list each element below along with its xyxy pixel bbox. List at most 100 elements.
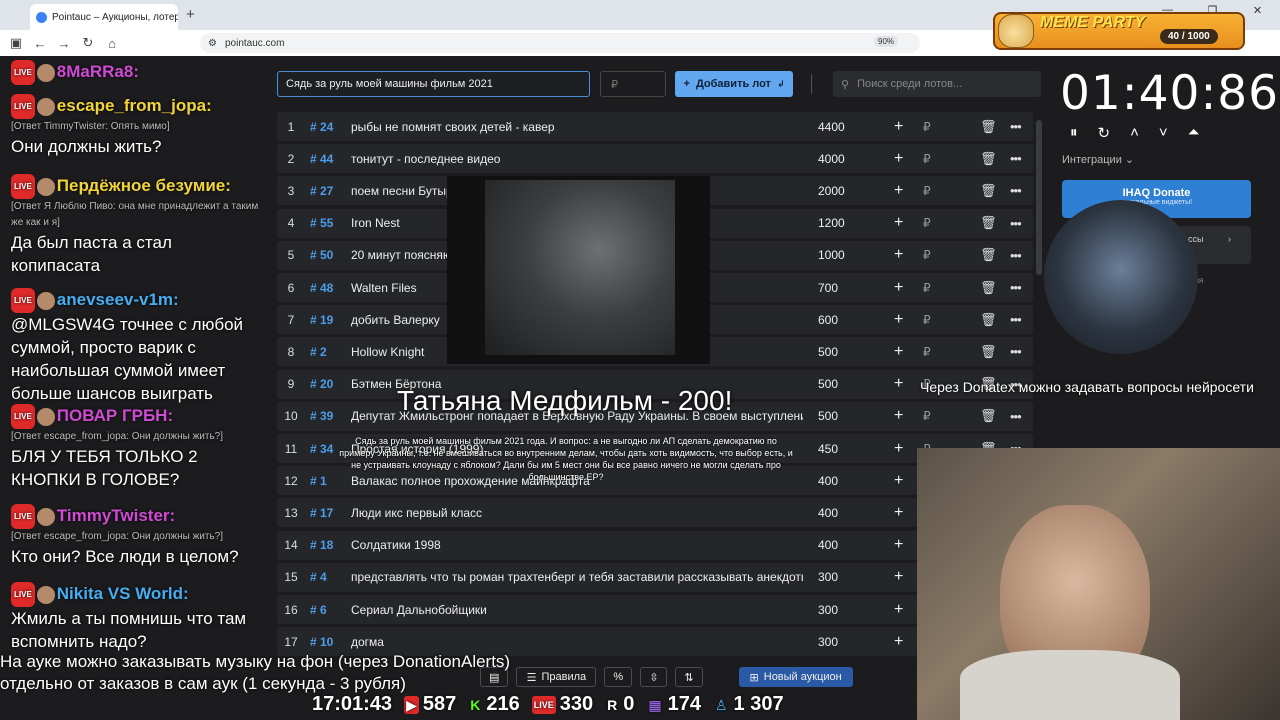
zoom-level[interactable]: 90% [874, 36, 899, 47]
lot-title[interactable]: рыбы не помнят своих детей - кавер [351, 120, 803, 134]
lot-title[interactable]: представлять что ты роман трахтенберг и … [351, 570, 803, 584]
chat-text: @MLGSW4G точнее с любой суммой, просто в… [11, 315, 244, 404]
forward-icon[interactable]: → [52, 36, 76, 51]
add-amount-icon[interactable]: + [894, 279, 903, 297]
lot-amount[interactable]: 400 [818, 506, 878, 520]
trash-icon[interactable]: 🗑 [980, 183, 997, 199]
add-amount-icon[interactable]: + [894, 118, 903, 136]
chat-nick: Nikita VS World: [56, 584, 189, 603]
new-tab-icon[interactable]: + [186, 6, 195, 23]
reset-icon[interactable]: ↻ [1098, 124, 1111, 142]
ruble-icon[interactable]: ₽ [923, 184, 931, 198]
lot-amount[interactable]: 400 [818, 474, 878, 488]
trash-icon[interactable]: 🗑 [980, 344, 997, 360]
chat-nick: Пердёжное безумие: [56, 176, 231, 195]
reload-icon[interactable]: ↻ [76, 35, 100, 51]
ruble-icon[interactable]: ₽ [923, 409, 931, 423]
lot-amount[interactable]: 1200 [818, 216, 878, 230]
back-icon[interactable]: ← [28, 36, 52, 51]
add-amount-icon[interactable]: + [894, 568, 903, 586]
ruble-icon[interactable]: ₽ [923, 152, 931, 166]
ruble-icon[interactable]: ₽ [923, 248, 931, 262]
more-icon[interactable]: ••• [1010, 248, 1022, 263]
lot-amount[interactable]: 600 [818, 313, 878, 327]
trash-icon[interactable]: 🗑 [980, 247, 997, 263]
lot-amount[interactable]: 4400 [818, 120, 878, 134]
lot-title[interactable]: тонитут - последнее видео [351, 152, 803, 166]
add-amount-icon[interactable]: + [894, 343, 903, 361]
trash-icon[interactable]: 🗑 [980, 280, 997, 296]
ruble-icon[interactable]: ₽ [923, 313, 931, 327]
pause-icon[interactable]: ⏸ [1070, 124, 1078, 142]
lot-amount[interactable]: 500 [818, 345, 878, 359]
integrations-dropdown[interactable]: Интеграции ⌄ [1062, 153, 1134, 166]
lot-amount[interactable]: 2000 [818, 184, 878, 198]
add-amount-icon[interactable]: + [894, 182, 903, 200]
home-icon[interactable]: ⌂ [100, 36, 124, 51]
lot-row[interactable]: 1 # 24 рыбы не помнят своих детей - кавер 4… [277, 112, 1033, 141]
add-amount-icon[interactable]: + [894, 150, 903, 168]
more-icon[interactable]: ••• [1010, 344, 1022, 359]
more-icon[interactable]: ••• [1010, 312, 1022, 327]
add-amount-icon[interactable]: + [894, 440, 903, 458]
collapse-icon[interactable]: ⏶ [1188, 124, 1200, 142]
ruble-icon[interactable]: ₽ [923, 281, 931, 295]
chevron-up-icon[interactable]: ˄ [1130, 124, 1139, 142]
browser-tab[interactable]: Pointauc – Аукционы, лотереи ✕ [30, 4, 178, 30]
trash-icon[interactable]: 🗑 [980, 151, 997, 167]
add-amount-icon[interactable]: + [894, 214, 903, 232]
rules-button[interactable]: ☰ Правила [516, 667, 597, 687]
ruble-icon[interactable]: ₽ [923, 120, 931, 134]
lot-amount[interactable]: 400 [818, 538, 878, 552]
scrollbar[interactable] [1036, 120, 1042, 275]
add-amount-icon[interactable]: + [894, 472, 903, 490]
lot-title[interactable]: догма [351, 635, 803, 649]
more-icon[interactable]: ••• [1010, 216, 1022, 231]
lot-search-input[interactable]: ⚲ Поиск среди лотов... [833, 71, 1041, 97]
lot-amount[interactable]: 450 [818, 442, 878, 456]
add-lot-button[interactable]: + Добавить лот ↲ [675, 71, 793, 97]
ruble-icon[interactable]: ₽ [923, 216, 931, 230]
lot-title[interactable]: Сериал Дальнобойщики [351, 603, 803, 617]
sidebar-toggle-icon[interactable]: ▣ [4, 35, 28, 51]
lot-amount[interactable]: 300 [818, 603, 878, 617]
new-auction-button[interactable]: ⊞ Новый аукцион [738, 667, 853, 687]
add-amount-icon[interactable]: + [894, 246, 903, 264]
lot-row[interactable]: 2 # 44 тонитут - последнее видео 4000 + ₽ 🗑 ••• [277, 144, 1033, 174]
trash-icon[interactable]: 🗑 [980, 312, 997, 328]
ruble-icon[interactable]: ₽ [923, 345, 931, 359]
lot-title[interactable]: Люди икс первый класс [351, 506, 803, 520]
trash-icon[interactable]: 🗑 [980, 119, 997, 135]
lot-amount[interactable]: 500 [818, 377, 878, 391]
lot-amount[interactable]: 300 [818, 570, 878, 584]
lot-amount[interactable]: 4000 [818, 152, 878, 166]
add-amount-icon[interactable]: + [894, 311, 903, 329]
add-amount-icon[interactable]: + [894, 504, 903, 522]
more-icon[interactable]: ••• [1010, 183, 1022, 198]
lot-amount[interactable]: 700 [818, 281, 878, 295]
more-icon[interactable]: ••• [1010, 151, 1022, 166]
sort-button[interactable]: ⇅ [675, 667, 703, 687]
split-button[interactable]: ⇳ [640, 667, 668, 687]
lot-name-input[interactable]: Сядь за руль моей машины фильм 2021 [277, 71, 590, 97]
trash-icon[interactable]: 🗑 [980, 215, 997, 231]
trash-icon[interactable]: 🗑 [980, 408, 997, 424]
chevron-down-icon[interactable]: ˅ [1159, 124, 1168, 142]
add-amount-icon[interactable]: + [894, 633, 903, 651]
percent-button[interactable]: % [604, 667, 633, 687]
more-icon[interactable]: ••• [1010, 409, 1022, 424]
add-amount-icon[interactable]: + [894, 407, 903, 425]
lot-title[interactable]: Солдатики 1998 [351, 538, 803, 552]
add-amount-icon[interactable]: + [894, 536, 903, 554]
lot-amount[interactable]: 1000 [818, 248, 878, 262]
lot-amount[interactable]: 300 [818, 635, 878, 649]
lot-amount[interactable]: 500 [818, 409, 878, 423]
lot-price-input[interactable]: ₽ [600, 71, 666, 97]
address-bar[interactable]: ⚙ pointauc.com 90% [200, 33, 920, 53]
more-icon[interactable]: ••• [1010, 280, 1022, 295]
more-icon[interactable]: ••• [1010, 119, 1022, 134]
add-amount-icon[interactable]: + [894, 375, 903, 393]
add-amount-icon[interactable]: + [894, 601, 903, 619]
site-info-icon[interactable]: ⚙ [208, 38, 217, 49]
lot-id: # 18 [310, 538, 334, 553]
